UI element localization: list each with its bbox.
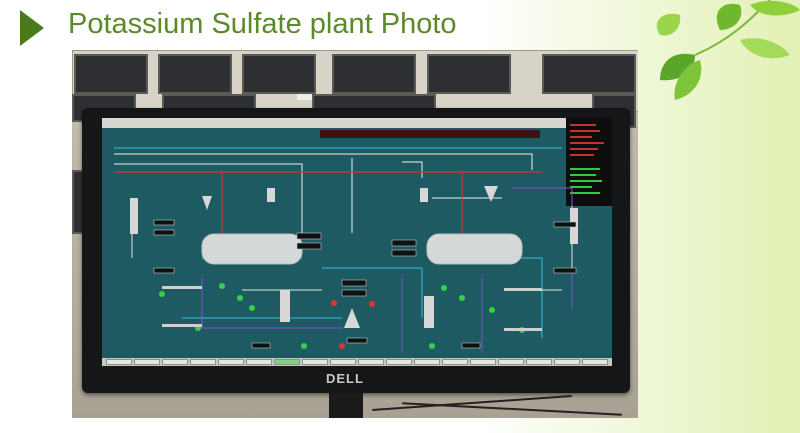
title-arrow-icon xyxy=(20,10,44,46)
plant-control-room-photo: DELL xyxy=(72,50,638,418)
scada-screen xyxy=(102,118,612,366)
screen-taskbar xyxy=(102,358,612,366)
monitor-stand xyxy=(329,393,363,418)
process-diagram xyxy=(114,147,578,353)
slide: Potassium Sulfate plant Photo DELL xyxy=(0,0,800,433)
dell-logo: DELL xyxy=(326,371,364,386)
slide-title: Potassium Sulfate plant Photo xyxy=(68,8,457,40)
monitor: DELL xyxy=(82,108,630,393)
